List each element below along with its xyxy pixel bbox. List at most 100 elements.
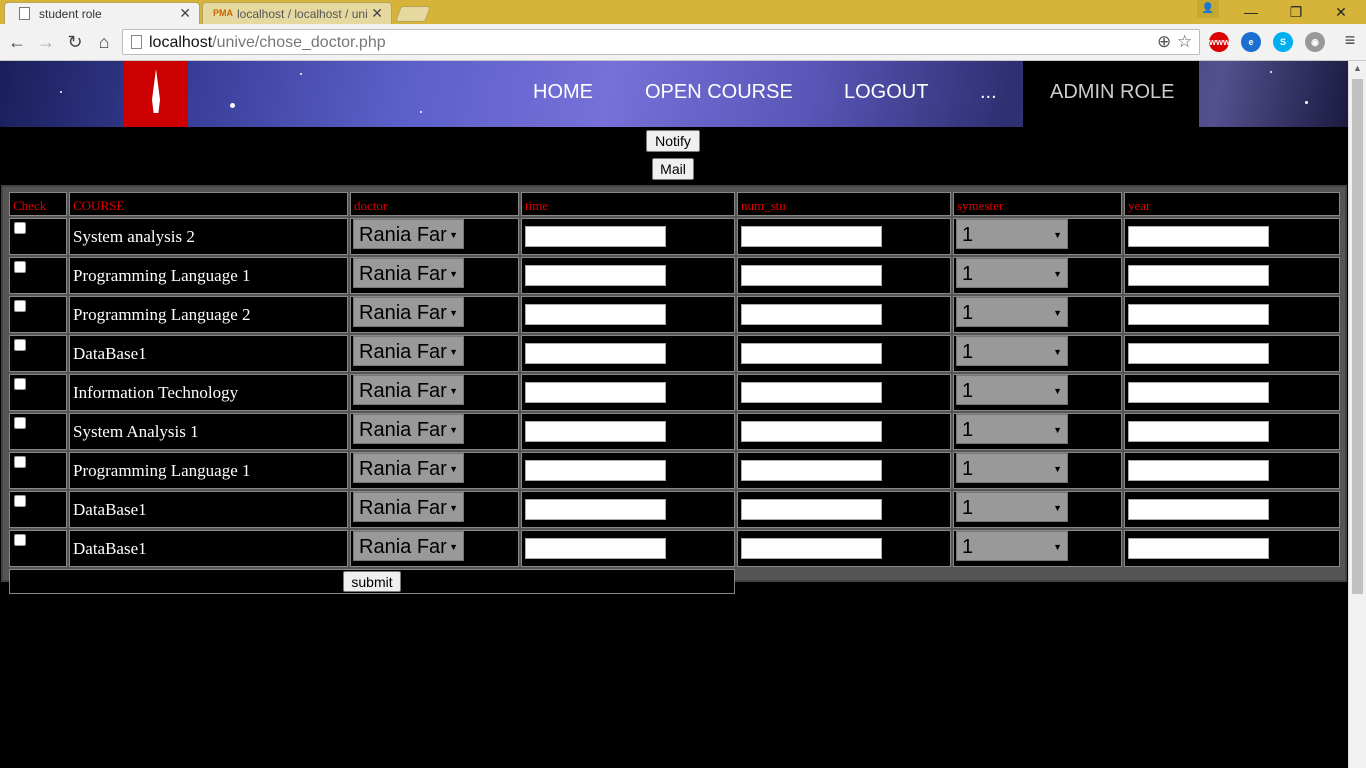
num-stu-input[interactable]	[741, 460, 882, 481]
doctor-select[interactable]: Rania Far ▼	[353, 219, 464, 249]
home-icon[interactable]: ⌂	[92, 30, 116, 54]
minimize-button[interactable]: —	[1228, 0, 1274, 24]
reload-icon[interactable]: ↻	[63, 30, 87, 54]
tab-title: localhost / localhost / uni	[237, 7, 368, 21]
time-input[interactable]	[525, 265, 666, 286]
doctor-select[interactable]: Rania Far ▼	[353, 453, 464, 483]
menu-icon[interactable]: ≡	[1340, 30, 1360, 54]
time-input[interactable]	[525, 343, 666, 364]
page-scrollbar[interactable]: ▲	[1348, 61, 1366, 768]
doctor-select[interactable]: Rania Far ▼	[353, 375, 464, 405]
url-text[interactable]: localhost/unive/chose_doctor.php	[149, 34, 386, 52]
site-header: HOME OPEN COURSE LOGOUT ... ADMIN ROLE	[0, 61, 1348, 127]
symester-select[interactable]: 1 ▼	[956, 531, 1068, 561]
time-input[interactable]	[525, 304, 666, 325]
row-checkbox[interactable]	[14, 533, 26, 546]
num-stu-input[interactable]	[741, 382, 882, 403]
year-input[interactable]	[1128, 226, 1269, 247]
nav-home[interactable]: HOME	[533, 81, 593, 104]
time-input[interactable]	[525, 499, 666, 520]
symester-select[interactable]: 1 ▼	[956, 453, 1068, 483]
symester-select[interactable]: 1 ▼	[956, 219, 1068, 249]
address-bar[interactable]: localhost/unive/chose_doctor.php ⊕ ☆	[122, 29, 1200, 55]
close-tab-icon[interactable]: ✕	[371, 5, 383, 22]
star-icon[interactable]: ☆	[1177, 32, 1192, 52]
row-checkbox[interactable]	[14, 299, 26, 312]
submit-cell: submit	[9, 569, 735, 594]
symester-select[interactable]: 1 ▼	[956, 414, 1068, 444]
symester-select[interactable]: 1 ▼	[956, 336, 1068, 366]
zoom-icon[interactable]: ⊕	[1157, 32, 1171, 52]
user-profile-icon[interactable]: 👤	[1197, 0, 1219, 18]
nav-open-course[interactable]: OPEN COURSE	[645, 81, 793, 104]
year-cell	[1124, 413, 1340, 450]
num-stu-input[interactable]	[741, 226, 882, 247]
nav-more[interactable]: ...	[980, 81, 997, 104]
num-stu-input[interactable]	[741, 265, 882, 286]
time-cell	[521, 218, 735, 255]
num-stu-input[interactable]	[741, 499, 882, 520]
row-checkbox[interactable]	[14, 377, 26, 390]
row-checkbox[interactable]	[14, 416, 26, 429]
year-input[interactable]	[1128, 265, 1269, 286]
year-input[interactable]	[1128, 421, 1269, 442]
table-row: System Analysis 1 Rania Far ▼ 1 ▼	[9, 413, 1340, 450]
course-name: Programming Language 2	[69, 296, 348, 333]
row-checkbox[interactable]	[14, 494, 26, 507]
row-checkbox[interactable]	[14, 221, 26, 234]
doctor-select[interactable]: Rania Far ▼	[353, 336, 464, 366]
chevron-down-icon: ▼	[1053, 230, 1062, 240]
year-input[interactable]	[1128, 460, 1269, 481]
doctor-select[interactable]: Rania Far ▼	[353, 414, 464, 444]
close-tab-icon[interactable]: ✕	[179, 5, 191, 22]
symester-select[interactable]: 1 ▼	[956, 492, 1068, 522]
mail-button[interactable]: Mail	[652, 158, 694, 180]
year-input[interactable]	[1128, 343, 1269, 364]
tab-phpmyadmin[interactable]: PMA localhost / localhost / uni ✕	[202, 2, 392, 24]
num-stu-input[interactable]	[741, 538, 882, 559]
scroll-thumb[interactable]	[1352, 79, 1363, 594]
time-input[interactable]	[525, 538, 666, 559]
new-tab-button[interactable]	[395, 6, 431, 22]
num-stu-input[interactable]	[741, 421, 882, 442]
nav-admin-role[interactable]: ADMIN ROLE	[1023, 61, 1199, 127]
forward-icon[interactable]: →	[34, 30, 58, 54]
close-window-button[interactable]: ✕	[1318, 0, 1364, 24]
submit-row: submit	[9, 569, 1340, 594]
doctor-select[interactable]: Rania Far ▼	[353, 492, 464, 522]
symester-select[interactable]: 1 ▼	[956, 375, 1068, 405]
nav-logout[interactable]: LOGOUT	[844, 81, 928, 104]
time-input[interactable]	[525, 421, 666, 442]
time-input[interactable]	[525, 460, 666, 481]
row-checkbox[interactable]	[14, 338, 26, 351]
row-checkbox[interactable]	[14, 455, 26, 468]
symester-select[interactable]: 1 ▼	[956, 297, 1068, 327]
site-logo[interactable]	[124, 61, 188, 127]
extension-icon[interactable]: www	[1209, 32, 1230, 52]
symester-select[interactable]: 1 ▼	[956, 258, 1068, 288]
extension-icon[interactable]: e	[1241, 32, 1261, 52]
time-cell	[521, 257, 735, 294]
row-checkbox[interactable]	[14, 260, 26, 273]
tab-student-role[interactable]: student role ✕	[4, 2, 200, 24]
doctor-select[interactable]: Rania Far ▼	[353, 531, 464, 561]
restore-button[interactable]: ❐	[1273, 0, 1319, 24]
year-input[interactable]	[1128, 538, 1269, 559]
year-input[interactable]	[1128, 499, 1269, 520]
symester-cell: 1 ▼	[953, 374, 1122, 411]
num-stu-input[interactable]	[741, 304, 882, 325]
year-input[interactable]	[1128, 382, 1269, 403]
skype-icon[interactable]: S	[1273, 32, 1293, 52]
submit-button[interactable]: submit	[343, 571, 401, 592]
year-input[interactable]	[1128, 304, 1269, 325]
num-stu-input[interactable]	[741, 343, 882, 364]
time-input[interactable]	[525, 382, 666, 403]
doctor-select[interactable]: Rania Far ▼	[353, 258, 464, 288]
doctor-cell: Rania Far ▼	[350, 296, 519, 333]
back-icon[interactable]: ←	[5, 30, 29, 54]
time-input[interactable]	[525, 226, 666, 247]
doctor-select[interactable]: Rania Far ▼	[353, 297, 464, 327]
scroll-up-icon[interactable]: ▲	[1353, 63, 1362, 73]
extension-icon[interactable]: ◉	[1305, 32, 1325, 52]
notify-button[interactable]: Notify	[646, 130, 700, 152]
